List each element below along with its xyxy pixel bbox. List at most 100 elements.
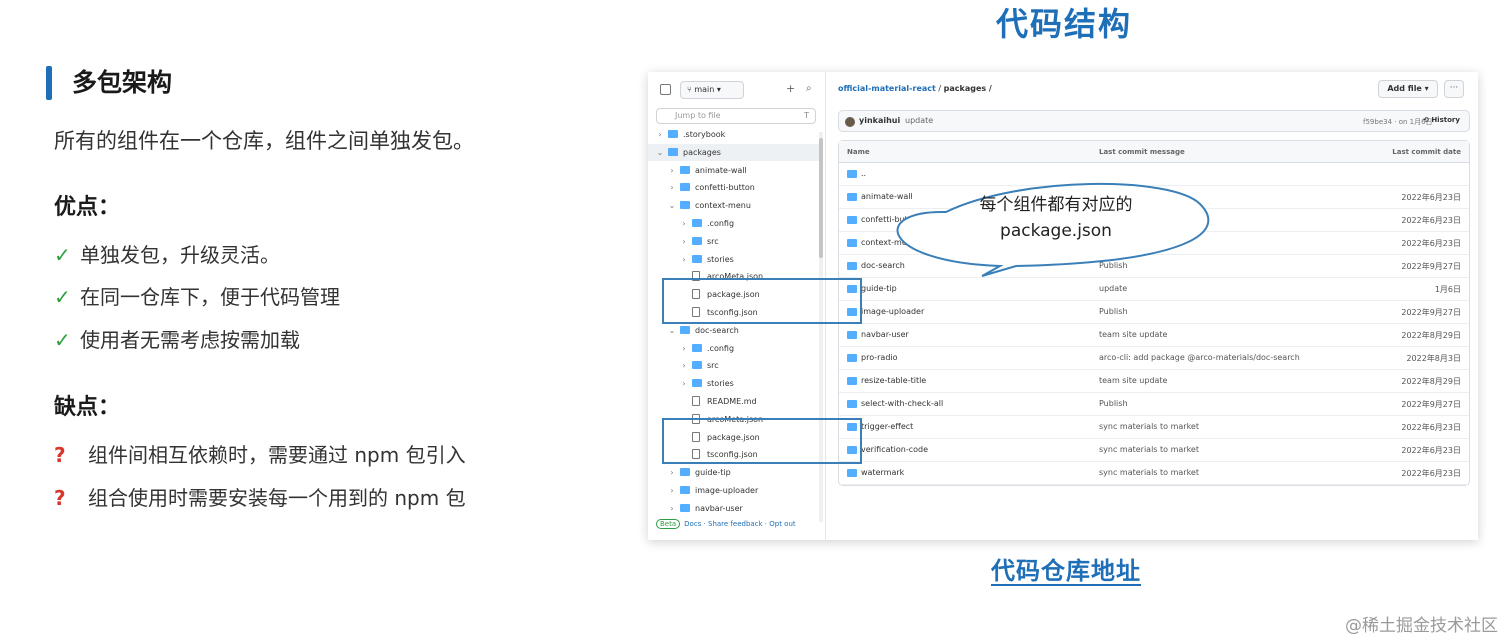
row-commit-message[interactable]: Publish [1099,307,1128,316]
branch-selector[interactable]: ⑂ main ▾ [680,81,744,99]
tree-item[interactable]: › guide-tip [648,464,820,481]
row-name-link[interactable]: verification-code [861,445,928,454]
row-name-link[interactable]: confetti-button [861,215,921,224]
tree-item[interactable]: tsconfig.json [648,304,820,321]
file-icon [692,271,700,282]
chevron-down-icon[interactable]: ⌄ [668,322,676,339]
table-row[interactable]: image-uploader Publish 2022年9月27日 [839,301,1469,324]
tree-item[interactable]: › animate-wall [648,162,820,179]
chevron-right-icon[interactable]: › [668,500,676,517]
row-commit-message[interactable]: sync materials to market [1099,445,1199,454]
scrollbar-thumb[interactable] [819,138,823,258]
add-icon[interactable]: + [786,82,795,95]
chevron-right-icon[interactable]: › [680,251,688,268]
table-row[interactable]: doc-search Publish 2022年9月27日 [839,255,1469,278]
row-name-link[interactable]: select-with-check-all [861,399,943,408]
tree-item[interactable]: › src [648,233,820,250]
avatar[interactable] [845,117,855,127]
chevron-right-icon[interactable]: › [668,179,676,196]
table-row[interactable]: pro-radio arco-cli: add package @arco-mat… [839,347,1469,370]
folder-icon [680,486,690,494]
row-name-link[interactable]: image-uploader [861,307,924,316]
tree-item[interactable]: ⌄ doc-search [648,322,820,339]
tree-item[interactable]: › stories [648,375,820,392]
table-row[interactable]: navbar-user team site update 2022年8月29日 [839,324,1469,347]
tree-item-label: tsconfig.json [707,308,758,317]
chevron-right-icon[interactable]: › [680,340,688,357]
chevron-right-icon[interactable]: › [668,464,676,481]
tree-item[interactable]: README.md [648,393,820,410]
row-commit-message[interactable]: Publish [1099,261,1128,270]
tree-item-label: confetti-button [695,183,755,193]
table-row[interactable]: verification-code sync materials to marke… [839,439,1469,462]
table-row[interactable]: guide-tip update 1月6日 [839,278,1469,301]
tree-item[interactable]: › stories [648,251,820,268]
tree-item[interactable]: › src [648,357,820,374]
row-name-link[interactable]: guide-tip [861,284,897,293]
row-commit-message[interactable]: team site update [1099,376,1167,385]
commit-author[interactable]: yinkaihui [859,116,900,125]
more-options-button[interactable]: ··· [1444,80,1464,98]
tree-item[interactable]: package.json [648,429,820,446]
tree-item[interactable]: › navbar-user [648,500,820,517]
table-row[interactable]: select-with-check-all Publish 2022年9月27日 [839,393,1469,416]
folder-icon [680,201,690,210]
row-commit-date: 1月6日 [1434,285,1461,294]
row-name-link[interactable]: animate-wall [861,192,913,201]
chevron-right-icon[interactable]: › [680,357,688,374]
row-commit-message[interactable]: arco-cli: add package @arco-materials/do… [1099,353,1300,362]
folder-icon [847,446,857,454]
tree-item[interactable]: tsconfig.json [648,446,820,463]
chevron-down-icon[interactable]: ⌄ [656,144,664,161]
latest-commit-bar: yinkaihui update f59be34 · on 1月6日 ⟲ His… [838,110,1470,132]
footer-links[interactable]: Docs · Share feedback · Opt out [684,520,796,528]
tree-item[interactable]: › .storybook [648,126,820,143]
jump-to-file-input[interactable]: Jump to file T [656,108,816,124]
table-row[interactable]: resize-table-title team site update 2022年8… [839,370,1469,393]
chevron-down-icon[interactable]: ⌄ [668,197,676,214]
row-commit-message[interactable]: sync materials to market [1099,422,1199,431]
chevron-right-icon[interactable]: › [656,126,664,143]
folder-icon [847,193,857,201]
row-commit-message[interactable]: update [1099,284,1127,293]
commit-message[interactable]: update [905,116,933,125]
chevron-right-icon[interactable]: › [680,215,688,232]
tree-item[interactable]: ⌄ packages [648,143,820,161]
row-name-link[interactable]: resize-table-title [861,376,926,385]
tree-item[interactable]: arcoMeta.json [648,411,820,428]
row-name-link[interactable]: pro-radio [861,353,898,362]
breadcrumb-repo-link[interactable]: official-material-react [838,84,936,93]
row-commit-message[interactable]: sync materials to market [1099,468,1199,477]
chevron-right-icon[interactable]: › [668,482,676,499]
chevron-right-icon[interactable]: › [680,375,688,392]
table-row[interactable]: trigger-effect sync materials to market 20… [839,416,1469,439]
tree-item[interactable]: › image-uploader [648,482,820,499]
row-name-link[interactable]: doc-search [861,261,905,270]
tree-item[interactable]: › confetti-button [648,179,820,196]
row-commit-message[interactable]: Publish [1099,399,1128,408]
row-commit-date: 2022年8月29日 [1401,331,1461,340]
table-row[interactable]: watermark sync materials to market 2022年6月… [839,462,1469,485]
row-name-link[interactable]: navbar-user [861,330,909,339]
row-commit-date: 2022年6月23日 [1401,216,1461,225]
row-name-link[interactable]: .. [861,169,866,178]
row-name-link[interactable]: trigger-effect [861,422,913,431]
tree-item[interactable]: package.json [648,286,820,303]
sidebar-toggle-icon[interactable] [660,84,671,95]
search-icon[interactable]: ⌕ [806,83,812,94]
row-name-link[interactable]: context-menu [861,238,917,247]
repo-address-link[interactable]: 代码仓库地址 [991,555,1141,587]
add-file-button[interactable]: Add file ▾ [1378,80,1438,98]
folder-icon [680,468,690,477]
chevron-right-icon[interactable]: › [680,233,688,250]
history-link[interactable]: ⟲ History [1423,116,1460,124]
table-row[interactable]: .. [839,163,1469,186]
row-name-link[interactable]: watermark [861,468,904,477]
tree-item[interactable]: › .config [648,215,820,232]
tree-item[interactable]: ⌄ context-menu [648,197,820,214]
folder-icon [847,423,857,431]
tree-item[interactable]: arcoMeta.json [648,268,820,285]
chevron-right-icon[interactable]: › [668,162,676,179]
row-commit-message[interactable]: team site update [1099,330,1167,339]
tree-item[interactable]: › .config [648,340,820,357]
